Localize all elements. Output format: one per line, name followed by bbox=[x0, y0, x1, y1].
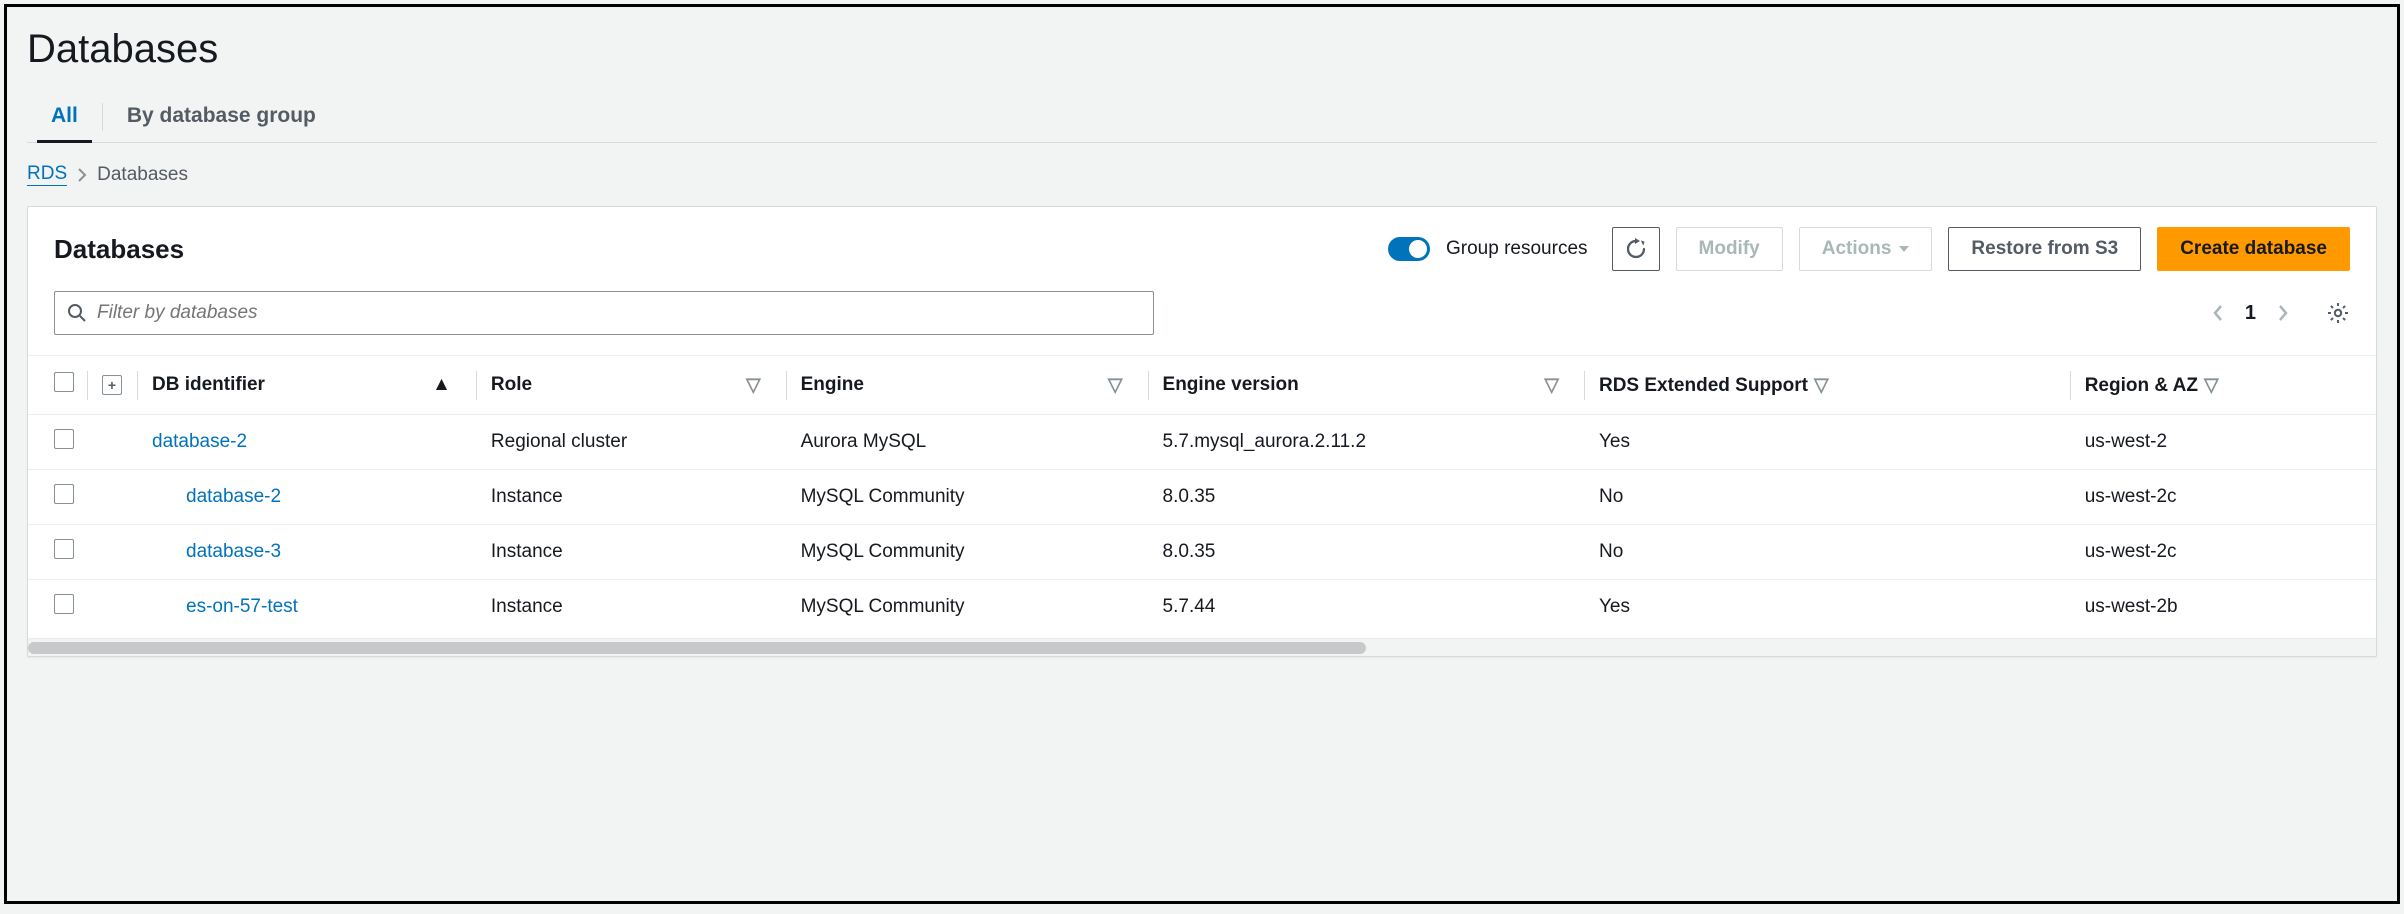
gear-icon bbox=[2326, 301, 2350, 325]
chevron-right-icon bbox=[2276, 303, 2290, 323]
actions-button[interactable]: Actions bbox=[1799, 227, 1933, 271]
sort-icon: ▽ bbox=[1814, 375, 1829, 396]
cell-region-az: us-west-2c bbox=[2071, 470, 2376, 525]
pagination: 1 bbox=[2211, 302, 2290, 325]
cell-region-az: us-west-2 bbox=[2071, 415, 2376, 470]
col-header-select bbox=[28, 356, 88, 415]
cell-engine: MySQL Community bbox=[787, 525, 1149, 580]
row-checkbox[interactable] bbox=[54, 594, 74, 614]
group-resources-label: Group resources bbox=[1446, 238, 1588, 260]
col-header-db-identifier[interactable]: DB identifier▲ bbox=[138, 356, 477, 415]
cell-role: Instance bbox=[477, 470, 787, 525]
modify-button[interactable]: Modify bbox=[1676, 227, 1783, 271]
scrollbar-thumb[interactable] bbox=[28, 642, 1366, 654]
row-checkbox[interactable] bbox=[54, 484, 74, 504]
col-header-engine-version[interactable]: Engine version▽ bbox=[1149, 356, 1585, 415]
cell-extended-support: Yes bbox=[1585, 415, 2071, 470]
breadcrumb-current: Databases bbox=[97, 164, 188, 186]
databases-table: + DB identifier▲ Role▽ Engine▽ Engine ve… bbox=[28, 355, 2376, 634]
col-header-engine[interactable]: Engine▽ bbox=[787, 356, 1149, 415]
row-checkbox[interactable] bbox=[54, 429, 74, 449]
cell-extended-support: Yes bbox=[1585, 580, 2071, 635]
page-prev-button[interactable] bbox=[2211, 303, 2225, 323]
table-row: database-2 Regional cluster Aurora MySQL… bbox=[28, 415, 2376, 470]
cell-engine: MySQL Community bbox=[787, 470, 1149, 525]
col-header-role[interactable]: Role▽ bbox=[477, 356, 787, 415]
panel-title: Databases bbox=[54, 234, 1372, 265]
sort-icon: ▽ bbox=[746, 374, 761, 397]
db-identifier-link[interactable]: es-on-57-test bbox=[152, 596, 298, 617]
panel-toolbar: 1 bbox=[28, 287, 2376, 355]
breadcrumb: RDS Databases bbox=[27, 163, 2377, 186]
select-all-checkbox[interactable] bbox=[54, 372, 74, 392]
cell-engine: MySQL Community bbox=[787, 580, 1149, 635]
horizontal-scrollbar[interactable] bbox=[28, 638, 2376, 656]
sort-asc-icon: ▲ bbox=[432, 374, 451, 396]
sort-icon: ▽ bbox=[2204, 375, 2219, 396]
col-header-expand: + bbox=[88, 356, 138, 415]
page-title: Databases bbox=[27, 27, 2377, 72]
col-header-extended-support[interactable]: RDS Extended Support▽ bbox=[1585, 356, 2071, 415]
databases-panel: Databases Group resources Modify Actions… bbox=[27, 206, 2377, 657]
cell-region-az: us-west-2b bbox=[2071, 580, 2376, 635]
panel-header: Databases Group resources Modify Actions… bbox=[28, 207, 2376, 287]
sort-icon: ▽ bbox=[1108, 374, 1123, 397]
actions-label: Actions bbox=[1822, 238, 1892, 260]
row-checkbox[interactable] bbox=[54, 539, 74, 559]
cell-role: Instance bbox=[477, 580, 787, 635]
cell-engine: Aurora MySQL bbox=[787, 415, 1149, 470]
col-header-region-az[interactable]: Region & AZ▽ bbox=[2071, 356, 2376, 415]
caret-down-icon bbox=[1899, 246, 1909, 252]
cell-engine-version: 8.0.35 bbox=[1149, 525, 1585, 580]
page-number: 1 bbox=[2245, 302, 2256, 325]
create-label: Create database bbox=[2180, 238, 2327, 260]
tab-all[interactable]: All bbox=[27, 92, 102, 142]
table-row: database-3 Instance MySQL Community 8.0.… bbox=[28, 525, 2376, 580]
sort-icon: ▽ bbox=[1544, 374, 1559, 397]
refresh-icon bbox=[1625, 238, 1647, 260]
page-next-button[interactable] bbox=[2276, 303, 2290, 323]
cell-extended-support: No bbox=[1585, 525, 2071, 580]
settings-button[interactable] bbox=[2326, 301, 2350, 325]
cell-role: Instance bbox=[477, 525, 787, 580]
refresh-button[interactable] bbox=[1612, 227, 1660, 271]
cell-role: Regional cluster bbox=[477, 415, 787, 470]
restore-label: Restore from S3 bbox=[1971, 238, 2118, 260]
table-row: database-2 Instance MySQL Community 8.0.… bbox=[28, 470, 2376, 525]
chevron-right-icon bbox=[77, 168, 87, 182]
search-input[interactable] bbox=[97, 302, 1141, 324]
db-identifier-link[interactable]: database-2 bbox=[152, 431, 247, 452]
cell-extended-support: No bbox=[1585, 470, 2071, 525]
db-identifier-link[interactable]: database-3 bbox=[152, 541, 281, 562]
tabs-bar: All By database group bbox=[27, 92, 2377, 143]
modify-label: Modify bbox=[1699, 238, 1760, 260]
search-icon bbox=[67, 303, 87, 323]
table-row: es-on-57-test Instance MySQL Community 5… bbox=[28, 580, 2376, 635]
breadcrumb-root-link[interactable]: RDS bbox=[27, 163, 67, 186]
tab-by-database-group[interactable]: By database group bbox=[103, 92, 340, 142]
cell-engine-version: 5.7.mysql_aurora.2.11.2 bbox=[1149, 415, 1585, 470]
create-database-button[interactable]: Create database bbox=[2157, 227, 2350, 271]
cell-engine-version: 5.7.44 bbox=[1149, 580, 1585, 635]
expand-all-icon[interactable]: + bbox=[102, 375, 122, 395]
group-resources-toggle[interactable] bbox=[1388, 237, 1430, 261]
db-identifier-link[interactable]: database-2 bbox=[152, 486, 281, 507]
restore-from-s3-button[interactable]: Restore from S3 bbox=[1948, 227, 2141, 271]
search-field[interactable] bbox=[54, 291, 1154, 335]
cell-engine-version: 8.0.35 bbox=[1149, 470, 1585, 525]
chevron-left-icon bbox=[2211, 303, 2225, 323]
cell-region-az: us-west-2c bbox=[2071, 525, 2376, 580]
